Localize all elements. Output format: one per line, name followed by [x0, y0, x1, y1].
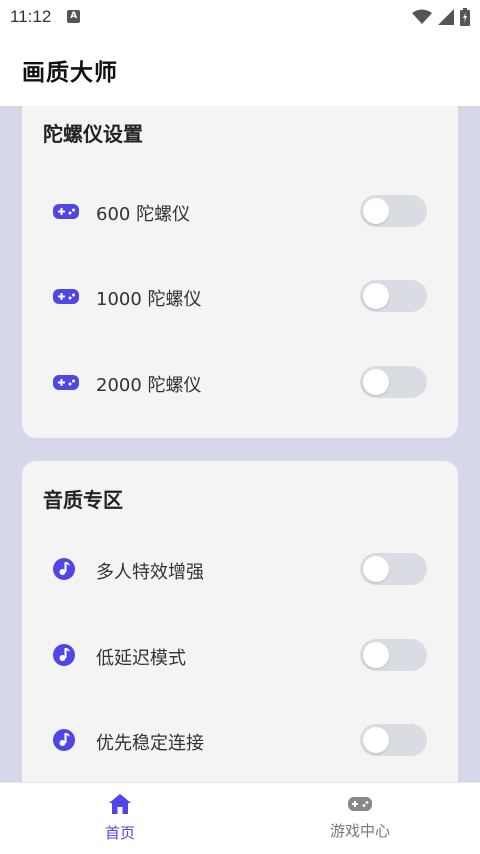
gyro-section-title: 陀螺仪设置 [43, 122, 143, 146]
gyro-1000-label: 1000 陀螺仪 [96, 289, 202, 310]
bottom-nav: 首页 游戏中心 [0, 782, 480, 854]
toggle-knob [363, 198, 389, 224]
gyro-settings-card: 陀螺仪设置 600 陀螺仪 1000 陀螺仪 2000 陀螺仪 [22, 106, 458, 438]
nav-home[interactable]: 首页 [0, 783, 240, 854]
toggle-knob [363, 642, 389, 668]
settings-scroll-area[interactable]: 陀螺仪设置 600 陀螺仪 1000 陀螺仪 2000 陀螺仪 音质专区 多人特… [0, 106, 480, 782]
status-time: 11:12 [10, 6, 52, 26]
audio-settings-card: 音质专区 多人特效增强 低延迟模式 优先稳定连接 [22, 461, 458, 782]
gyro-2000-toggle[interactable] [360, 366, 427, 398]
multi-effect-label: 多人特效增强 [96, 562, 204, 583]
low-latency-row[interactable]: 低延迟模式 [22, 635, 458, 675]
gyro-1000-row[interactable]: 1000 陀螺仪 [22, 276, 458, 316]
toggle-knob [363, 369, 389, 395]
gyro-600-toggle[interactable] [360, 195, 427, 227]
music-note-icon [53, 644, 75, 666]
gyro-600-row[interactable]: 600 陀螺仪 [22, 191, 458, 231]
signal-icon [438, 8, 454, 25]
audio-section-title: 音质专区 [43, 488, 123, 512]
gamepad-icon [53, 204, 79, 219]
nav-home-label: 首页 [104, 824, 135, 842]
toggle-knob [363, 283, 389, 309]
gyro-600-label: 600 陀螺仪 [96, 204, 191, 225]
status-icons [412, 7, 470, 26]
multi-effect-toggle[interactable] [360, 553, 427, 585]
app-title: 画质大师 [22, 59, 118, 86]
gamepad-icon [53, 375, 79, 390]
wifi-icon [412, 9, 432, 24]
home-icon [109, 794, 131, 814]
gyro-2000-row[interactable]: 2000 陀螺仪 [22, 362, 458, 402]
low-latency-label: 低延迟模式 [96, 648, 186, 669]
status-bar: 11:12 A [0, 0, 480, 33]
gyro-1000-toggle[interactable] [360, 280, 427, 312]
toggle-knob [363, 727, 389, 753]
nav-game-center[interactable]: 游戏中心 [240, 783, 480, 854]
gamepad-icon [53, 289, 79, 304]
battery-icon [460, 7, 470, 26]
music-note-icon [53, 558, 75, 580]
music-note-icon [53, 729, 75, 751]
gyro-2000-label: 2000 陀螺仪 [96, 375, 202, 396]
stable-connection-toggle[interactable] [360, 724, 427, 756]
multi-effect-row[interactable]: 多人特效增强 [22, 549, 458, 589]
app-bar: 画质大师 [0, 33, 480, 106]
a-icon: A [67, 10, 81, 23]
low-latency-toggle[interactable] [360, 639, 427, 671]
nav-game-center-label: 游戏中心 [329, 822, 390, 840]
stable-connection-label: 优先稳定连接 [96, 733, 204, 754]
toggle-knob [363, 556, 389, 582]
gamepad-icon [348, 797, 372, 811]
stable-connection-row[interactable]: 优先稳定连接 [22, 720, 458, 760]
